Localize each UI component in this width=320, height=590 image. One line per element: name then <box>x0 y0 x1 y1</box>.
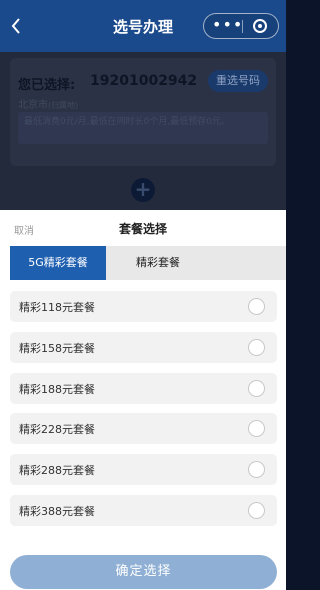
city-note: (归属地) <box>48 101 79 110</box>
package-tabs: 5G精彩套餐 精彩套餐 <box>10 246 286 280</box>
tab-5g-packages[interactable]: 5G精彩套餐 <box>10 246 106 280</box>
plus-icon: + <box>134 177 152 201</box>
target-close-icon[interactable] <box>253 19 267 33</box>
package-option[interactable]: 精彩288元套餐 <box>10 454 277 486</box>
package-options-list: 精彩118元套餐 精彩158元套餐 精彩188元套餐 精彩228元套餐 精彩28… <box>10 291 277 536</box>
package-option[interactable]: 精彩158元套餐 <box>10 331 277 363</box>
requirements-notice: 最低消费0元/月,最低在网时长0个月,最低预存0元。 <box>18 112 268 144</box>
radio-button[interactable] <box>248 420 265 438</box>
package-option-label: 精彩288元套餐 <box>19 464 95 478</box>
selected-number: 19201002942 <box>90 73 198 89</box>
package-option-label: 精彩228元套餐 <box>19 423 95 437</box>
capsule-divider <box>242 20 243 33</box>
package-option-label: 精彩188元套餐 <box>19 382 95 396</box>
sheet-title: 套餐选择 <box>118 222 167 236</box>
package-option-label: 精彩118元套餐 <box>19 301 95 314</box>
add-button[interactable]: + <box>131 178 155 202</box>
radio-button[interactable] <box>248 461 265 479</box>
reselect-number-button[interactable]: 重选号码 <box>208 70 268 92</box>
package-option-label: 精彩388元套餐 <box>19 504 95 518</box>
selected-number-card: 您已选择: 19201002942 重选号码 北京市(归属地) 最低消费0元/月… <box>10 58 276 166</box>
radio-button[interactable] <box>248 338 265 356</box>
package-option[interactable]: 精彩228元套餐 <box>10 413 277 445</box>
mini-program-capsule: ••• <box>203 13 279 39</box>
package-option[interactable]: 精彩388元套餐 <box>10 494 277 526</box>
package-option[interactable]: 精彩188元套餐 <box>10 372 277 404</box>
confirm-selection-button[interactable]: 确定选择 <box>10 555 277 589</box>
tab-packages[interactable]: 精彩套餐 <box>106 246 210 280</box>
package-option-label: 精彩158元套餐 <box>19 341 95 355</box>
package-select-sheet: 取消 套餐选择 5G精彩套餐 精彩套餐 精彩118元套餐 精彩158元套餐 精彩… <box>0 210 286 590</box>
nav-header: 选号办理 ••• <box>0 0 286 52</box>
radio-button[interactable] <box>248 501 265 519</box>
radio-button[interactable] <box>248 379 265 397</box>
radio-button[interactable] <box>248 298 265 315</box>
more-dots-icon[interactable]: ••• <box>212 14 242 38</box>
selected-label: 您已选择: <box>18 78 76 93</box>
city-label: 北京市(归属地) <box>18 96 78 111</box>
city-name: 北京市 <box>18 100 48 111</box>
background-page: 您已选择: 19201002942 重选号码 北京市(归属地) 最低消费0元/月… <box>0 52 286 210</box>
package-option[interactable]: 精彩118元套餐 <box>10 291 277 322</box>
